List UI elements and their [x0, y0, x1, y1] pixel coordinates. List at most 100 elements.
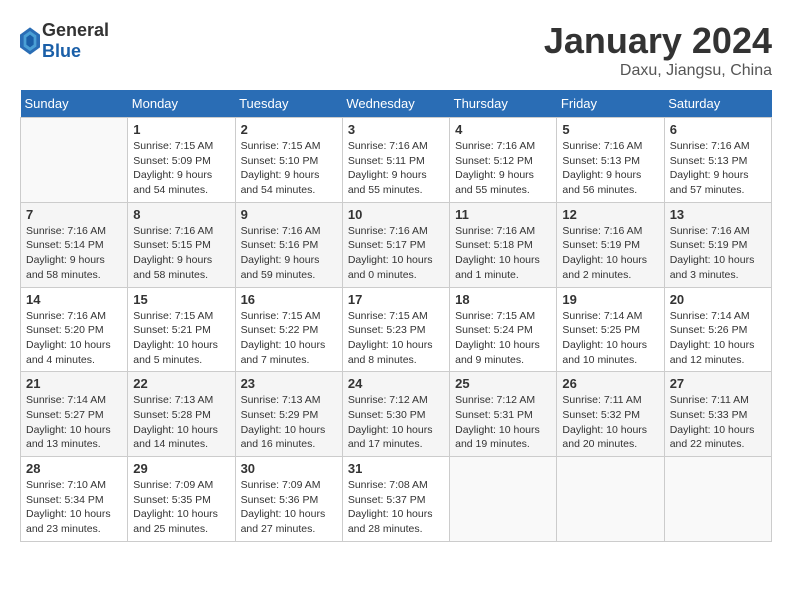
day-number: 11 — [455, 207, 551, 222]
day-number: 18 — [455, 292, 551, 307]
day-cell: 5 Sunrise: 7:16 AM Sunset: 5:13 PM Daylig… — [557, 118, 664, 203]
day-number: 25 — [455, 376, 551, 391]
day-info: Sunrise: 7:15 AM Sunset: 5:24 PM Dayligh… — [455, 309, 551, 368]
day-cell: 9 Sunrise: 7:16 AM Sunset: 5:16 PM Daylig… — [235, 202, 342, 287]
day-number: 26 — [562, 376, 658, 391]
day-cell: 10 Sunrise: 7:16 AM Sunset: 5:17 PM Dayli… — [342, 202, 449, 287]
day-cell: 31Sunrise: 7:08 AM Sunset: 5:37 PM Dayli… — [342, 457, 449, 542]
title-block: January 2024 Daxu, Jiangsu, China — [544, 20, 772, 80]
day-number: 3 — [348, 122, 444, 137]
day-cell: 4 Sunrise: 7:16 AM Sunset: 5:12 PM Daylig… — [450, 118, 557, 203]
weekday-thursday: Thursday — [450, 90, 557, 118]
day-info: Sunrise: 7:16 AM Sunset: 5:12 PM Dayligh… — [455, 139, 551, 198]
day-info: Sunrise: 7:13 AM Sunset: 5:29 PM Dayligh… — [241, 393, 337, 452]
day-info: Sunrise: 7:16 AM Sunset: 5:17 PM Dayligh… — [348, 224, 444, 283]
day-info: Sunrise: 7:16 AM Sunset: 5:20 PM Dayligh… — [26, 309, 122, 368]
weekday-wednesday: Wednesday — [342, 90, 449, 118]
day-number: 10 — [348, 207, 444, 222]
day-cell — [21, 118, 128, 203]
day-cell: 28Sunrise: 7:10 AM Sunset: 5:34 PM Dayli… — [21, 457, 128, 542]
day-info: Sunrise: 7:16 AM Sunset: 5:14 PM Dayligh… — [26, 224, 122, 283]
weekday-saturday: Saturday — [664, 90, 771, 118]
day-info: Sunrise: 7:15 AM Sunset: 5:21 PM Dayligh… — [133, 309, 229, 368]
day-number: 13 — [670, 207, 766, 222]
weekday-friday: Friday — [557, 90, 664, 118]
logo-blue: Blue — [42, 41, 109, 62]
day-info: Sunrise: 7:15 AM Sunset: 5:09 PM Dayligh… — [133, 139, 229, 198]
day-info: Sunrise: 7:14 AM Sunset: 5:25 PM Dayligh… — [562, 309, 658, 368]
day-cell: 14 Sunrise: 7:16 AM Sunset: 5:20 PM Dayli… — [21, 287, 128, 372]
day-info: Sunrise: 7:16 AM Sunset: 5:19 PM Dayligh… — [562, 224, 658, 283]
day-info: Sunrise: 7:16 AM Sunset: 5:19 PM Dayligh… — [670, 224, 766, 283]
day-info: Sunrise: 7:16 AM Sunset: 5:16 PM Dayligh… — [241, 224, 337, 283]
day-info: Sunrise: 7:09 AM Sunset: 5:35 PM Dayligh… — [133, 478, 229, 537]
day-info: Sunrise: 7:10 AM Sunset: 5:34 PM Dayligh… — [26, 478, 122, 537]
day-info: Sunrise: 7:09 AM Sunset: 5:36 PM Dayligh… — [241, 478, 337, 537]
logo-text: General Blue — [42, 20, 109, 62]
day-info: Sunrise: 7:14 AM Sunset: 5:26 PM Dayligh… — [670, 309, 766, 368]
day-cell: 30 Sunrise: 7:09 AM Sunset: 5:36 PM Dayli… — [235, 457, 342, 542]
day-cell: 19 Sunrise: 7:14 AM Sunset: 5:25 PM Dayli… — [557, 287, 664, 372]
day-number: 20 — [670, 292, 766, 307]
day-info: Sunrise: 7:11 AM Sunset: 5:32 PM Dayligh… — [562, 393, 658, 452]
day-cell: 23 Sunrise: 7:13 AM Sunset: 5:29 PM Dayli… — [235, 372, 342, 457]
week-row-1: 1 Sunrise: 7:15 AM Sunset: 5:09 PM Daylig… — [21, 118, 772, 203]
day-info: Sunrise: 7:15 AM Sunset: 5:10 PM Dayligh… — [241, 139, 337, 198]
day-number: 29 — [133, 461, 229, 476]
day-info: Sunrise: 7:12 AM Sunset: 5:31 PM Dayligh… — [455, 393, 551, 452]
day-cell: 3Sunrise: 7:16 AM Sunset: 5:11 PM Daylig… — [342, 118, 449, 203]
weekday-sunday: Sunday — [21, 90, 128, 118]
day-number: 7 — [26, 207, 122, 222]
day-number: 19 — [562, 292, 658, 307]
page-header: General Blue January 2024 Daxu, Jiangsu,… — [20, 20, 772, 80]
day-number: 16 — [241, 292, 337, 307]
day-info: Sunrise: 7:16 AM Sunset: 5:15 PM Dayligh… — [133, 224, 229, 283]
day-cell — [664, 457, 771, 542]
day-cell — [450, 457, 557, 542]
day-number: 9 — [241, 207, 337, 222]
day-number: 2 — [241, 122, 337, 137]
day-info: Sunrise: 7:13 AM Sunset: 5:28 PM Dayligh… — [133, 393, 229, 452]
day-cell: 7 Sunrise: 7:16 AM Sunset: 5:14 PM Daylig… — [21, 202, 128, 287]
weekday-tuesday: Tuesday — [235, 90, 342, 118]
day-number: 1 — [133, 122, 229, 137]
day-cell: 15 Sunrise: 7:15 AM Sunset: 5:21 PM Dayli… — [128, 287, 235, 372]
day-number: 21 — [26, 376, 122, 391]
day-cell: 20 Sunrise: 7:14 AM Sunset: 5:26 PM Dayli… — [664, 287, 771, 372]
day-cell: 13 Sunrise: 7:16 AM Sunset: 5:19 PM Dayli… — [664, 202, 771, 287]
day-cell: 18 Sunrise: 7:15 AM Sunset: 5:24 PM Dayli… — [450, 287, 557, 372]
day-cell: 25 Sunrise: 7:12 AM Sunset: 5:31 PM Dayli… — [450, 372, 557, 457]
day-cell — [557, 457, 664, 542]
day-number: 4 — [455, 122, 551, 137]
weekday-monday: Monday — [128, 90, 235, 118]
day-info: Sunrise: 7:11 AM Sunset: 5:33 PM Dayligh… — [670, 393, 766, 452]
day-number: 17 — [348, 292, 444, 307]
day-info: Sunrise: 7:15 AM Sunset: 5:23 PM Dayligh… — [348, 309, 444, 368]
day-info: Sunrise: 7:16 AM Sunset: 5:18 PM Dayligh… — [455, 224, 551, 283]
day-number: 6 — [670, 122, 766, 137]
day-cell: 24Sunrise: 7:12 AM Sunset: 5:30 PM Dayli… — [342, 372, 449, 457]
day-info: Sunrise: 7:12 AM Sunset: 5:30 PM Dayligh… — [348, 393, 444, 452]
day-number: 30 — [241, 461, 337, 476]
day-number: 12 — [562, 207, 658, 222]
location: Daxu, Jiangsu, China — [544, 62, 772, 80]
day-number: 15 — [133, 292, 229, 307]
month-title: January 2024 — [544, 20, 772, 62]
logo-general: General — [42, 20, 109, 41]
logo: General Blue — [20, 20, 109, 62]
day-info: Sunrise: 7:16 AM Sunset: 5:13 PM Dayligh… — [562, 139, 658, 198]
week-row-4: 21Sunrise: 7:14 AM Sunset: 5:27 PM Dayli… — [21, 372, 772, 457]
day-number: 14 — [26, 292, 122, 307]
day-number: 22 — [133, 376, 229, 391]
day-number: 23 — [241, 376, 337, 391]
day-cell: 22 Sunrise: 7:13 AM Sunset: 5:28 PM Dayli… — [128, 372, 235, 457]
week-row-5: 28Sunrise: 7:10 AM Sunset: 5:34 PM Dayli… — [21, 457, 772, 542]
calendar-table: SundayMondayTuesdayWednesdayThursdayFrid… — [20, 90, 772, 542]
weekday-header-row: SundayMondayTuesdayWednesdayThursdayFrid… — [21, 90, 772, 118]
day-info: Sunrise: 7:16 AM Sunset: 5:13 PM Dayligh… — [670, 139, 766, 198]
day-cell: 2 Sunrise: 7:15 AM Sunset: 5:10 PM Daylig… — [235, 118, 342, 203]
day-cell: 8Sunrise: 7:16 AM Sunset: 5:15 PM Daylig… — [128, 202, 235, 287]
day-number: 5 — [562, 122, 658, 137]
week-row-2: 7 Sunrise: 7:16 AM Sunset: 5:14 PM Daylig… — [21, 202, 772, 287]
general-blue-icon — [20, 27, 40, 55]
